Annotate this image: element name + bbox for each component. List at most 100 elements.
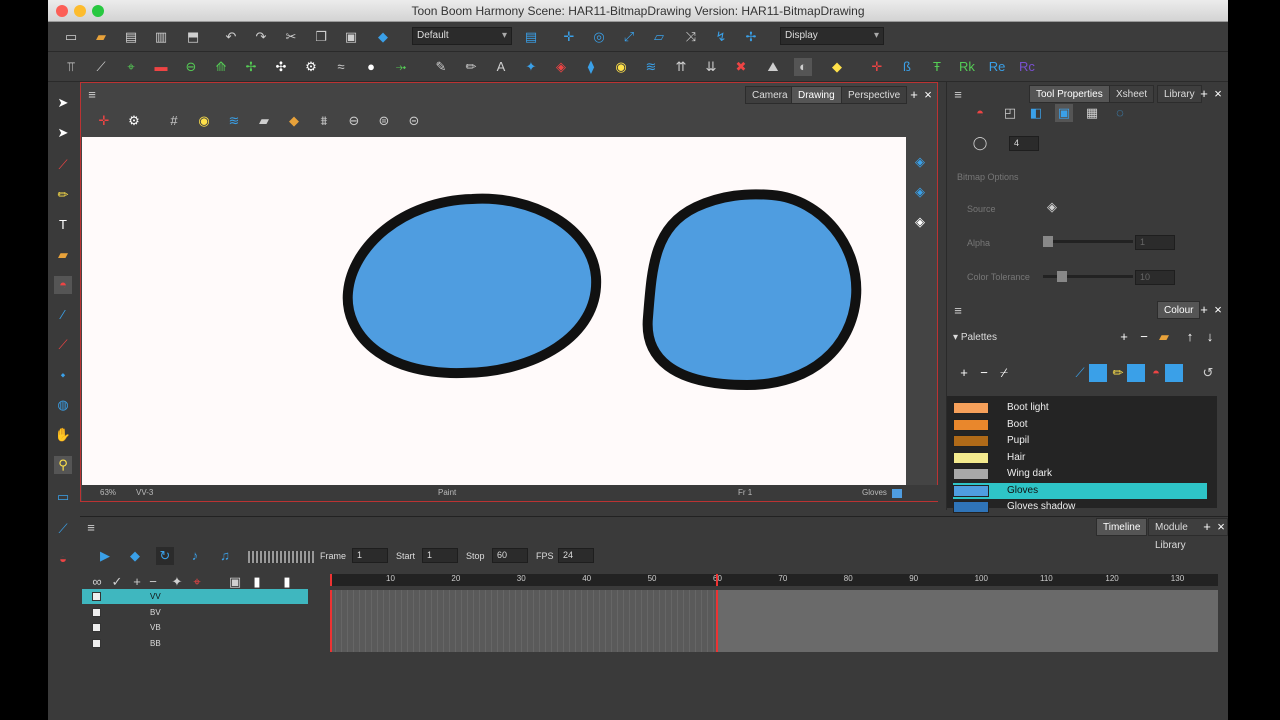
alpha-field[interactable]: 1 [1135, 235, 1175, 250]
import-icon[interactable]: ⬒ [184, 28, 202, 46]
rectangle-tool-icon[interactable]: ▭ [54, 488, 72, 506]
brush-colour-swatch[interactable] [1089, 364, 1107, 382]
palette-down-icon[interactable]: ↓ [1201, 328, 1219, 346]
redo-icon[interactable]: ↷ [252, 28, 270, 46]
close-timeline-panel-icon[interactable]: × [1212, 518, 1228, 536]
paste-icon[interactable]: ▣ [342, 28, 360, 46]
camera-icon[interactable]: ⛰ [764, 58, 782, 76]
grid-icon[interactable]: # [165, 112, 183, 130]
view-gear-icon[interactable]: ⚙ [125, 112, 143, 130]
tolerance-slider-handle[interactable] [1057, 271, 1067, 282]
layer-a-icon[interactable]: ⩩ [315, 112, 333, 130]
brush-tool-icon[interactable]: ⟋ [92, 58, 110, 76]
open-folder-icon[interactable]: ▰ [92, 28, 110, 46]
stop-field[interactable]: 60 [492, 548, 528, 563]
fps-field[interactable]: 24 [558, 548, 594, 563]
layer-row[interactable]: VV [82, 589, 308, 604]
eye-icon[interactable]: ◐ [794, 58, 812, 76]
link-swatch-icon[interactable]: ⌿ [995, 364, 1013, 382]
drop-icon[interactable]: ⧫ [582, 58, 600, 76]
layer-enable-checkbox[interactable] [92, 607, 101, 617]
layer-stack-icon-1[interactable]: ◈ [911, 153, 929, 171]
select-tool-icon[interactable]: ➤ [54, 94, 72, 112]
unpaint-icon[interactable]: ◧ [1027, 104, 1045, 122]
zoom-icon[interactable]: ⚲ [54, 456, 72, 474]
tab-tool-properties[interactable]: Tool Properties [1029, 85, 1110, 103]
close-window-button[interactable] [56, 5, 68, 17]
drawing-canvas[interactable] [82, 137, 906, 485]
palettes-label[interactable]: ▾ Palettes [953, 332, 997, 343]
eraser-tool-icon[interactable]: ▰ [54, 246, 72, 264]
tab-perspective[interactable]: Perspective [841, 86, 908, 104]
hand-globe-icon[interactable]: ◍ [54, 396, 72, 414]
scale-icon[interactable]: ⤢ [620, 28, 638, 46]
text-icon[interactable]: T [54, 216, 72, 234]
view-menu-icon[interactable]: ≡ [83, 86, 101, 104]
pencil-colour-icon[interactable]: ✏ [1109, 364, 1127, 382]
swatch-row[interactable]: Gloves shadow [953, 499, 1207, 515]
pivot-tool-icon[interactable]: ✛ [95, 112, 113, 130]
swatch-row[interactable]: Gloves [953, 482, 1207, 499]
palette-icon[interactable]: ✦ [522, 58, 540, 76]
close-colour-panel-icon[interactable]: × [1209, 301, 1227, 319]
layer-stack-icon-2[interactable]: ◈ [911, 183, 929, 201]
link-icon[interactable]: ✖ [732, 58, 750, 76]
add-palette-icon[interactable]: + [1115, 328, 1133, 346]
swap-colour-icon[interactable]: ↺ [1199, 364, 1217, 382]
copy-icon[interactable]: ❐ [312, 28, 330, 46]
cutter-icon[interactable]: ⟰ [212, 58, 230, 76]
render-icon[interactable]: ◆ [374, 28, 392, 46]
transform-icon[interactable]: ✛ [560, 28, 578, 46]
new-scene-icon[interactable]: ▭ [62, 28, 80, 46]
line-tool-icon[interactable]: ∕ [54, 306, 72, 324]
tab-colour[interactable]: Colour [1157, 301, 1201, 319]
sound-scrub-icon[interactable]: ♫ [216, 547, 234, 565]
tolerance-field[interactable]: 10 [1135, 270, 1175, 285]
swatch-row[interactable]: Pupil [953, 433, 1207, 449]
props-menu-icon[interactable]: ≡ [949, 86, 967, 104]
minimize-window-button[interactable] [74, 5, 86, 17]
colour-menu-icon[interactable]: ≡ [949, 302, 967, 320]
light-table-icon[interactable]: ◉ [195, 112, 213, 130]
select-active-icon[interactable]: ⊖ [182, 58, 200, 76]
light-bulb-icon[interactable]: ◉ [612, 58, 630, 76]
tab-camera[interactable]: Camera [745, 86, 795, 104]
b-tool-icon[interactable]: ß [898, 58, 916, 76]
layer-up-icon[interactable]: ⇈ [672, 58, 690, 76]
deformation-icon[interactable]: ⫪ [62, 58, 80, 76]
left-lens-shape[interactable] [342, 193, 602, 379]
lock-icon[interactable]: ▣ [1055, 104, 1073, 122]
layer-light-icon[interactable]: ◆ [285, 112, 303, 130]
play-icon[interactable]: ▶ [96, 547, 114, 565]
spline-tool-icon[interactable]: ⟋ [54, 520, 72, 538]
remove-swatch-icon[interactable]: − [975, 364, 993, 382]
gear-icon[interactable]: ⚙ [302, 58, 320, 76]
layer-d-icon[interactable]: ⊝ [405, 112, 423, 130]
start-field[interactable]: 1 [422, 548, 458, 563]
eraser-icon[interactable]: ▬ [152, 58, 170, 76]
layer-b-icon[interactable]: ⊖ [345, 112, 363, 130]
undo-icon[interactable]: ↶ [222, 28, 240, 46]
flip-v-icon[interactable]: ✣ [272, 58, 290, 76]
pencil-icon[interactable]: ✏ [462, 58, 480, 76]
size-field[interactable]: 4 [1009, 136, 1039, 151]
frame-field[interactable]: 1 [352, 548, 388, 563]
tab-drawing[interactable]: Drawing [791, 86, 842, 104]
alpha-slider-handle[interactable] [1043, 236, 1053, 247]
right-lens-shape[interactable] [642, 189, 862, 391]
swatch-row[interactable]: Boot [953, 417, 1207, 433]
workspace-combo[interactable]: Default [412, 27, 512, 45]
swatch-row[interactable]: Wing dark [953, 466, 1207, 482]
save-icon[interactable]: ▤ [122, 28, 140, 46]
target-icon[interactable]: ✛ [868, 58, 886, 76]
layer-row[interactable]: BV [82, 605, 308, 620]
add-swatch-icon[interactable]: + [955, 364, 973, 382]
loop-icon[interactable]: ↻ [156, 547, 174, 565]
exposure-cells[interactable] [330, 590, 1218, 652]
swatch-row[interactable]: Hair [953, 450, 1207, 466]
palette-up-icon[interactable]: ↑ [1181, 328, 1199, 346]
onion-skin-icon[interactable]: ≋ [642, 58, 660, 76]
rk-tool-icon[interactable]: Rk [958, 58, 976, 76]
cut-icon[interactable]: ✂ [282, 28, 300, 46]
layer-row[interactable]: VB [82, 620, 308, 635]
